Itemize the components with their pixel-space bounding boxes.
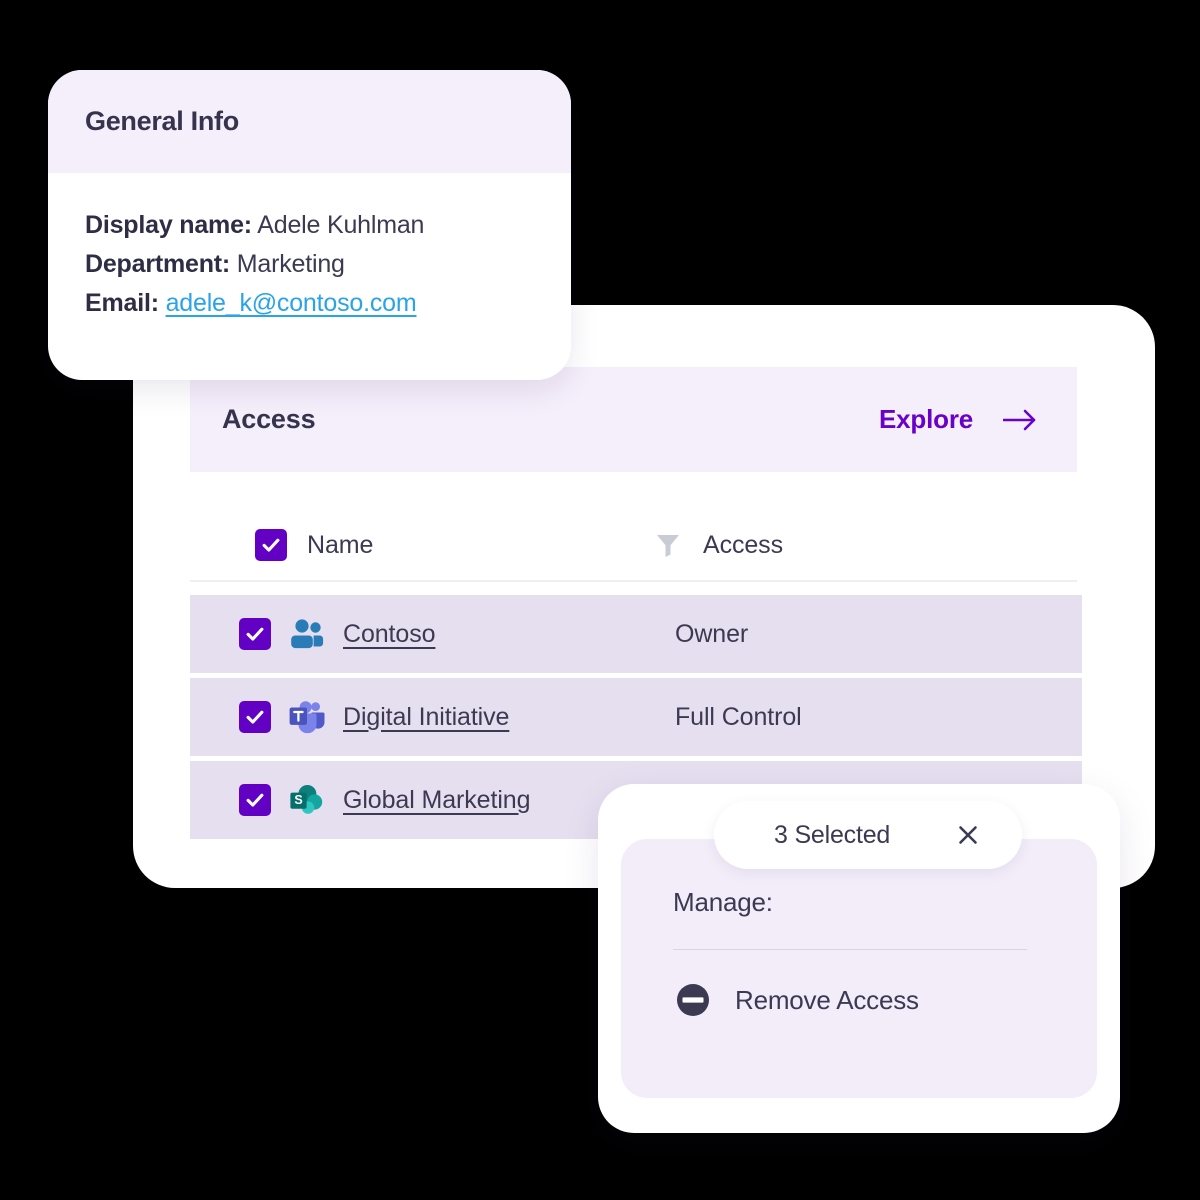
checkmark-icon	[246, 627, 264, 641]
table-row[interactable]: Contoso Owner	[190, 595, 1082, 673]
row-name-link[interactable]: Global Marketing	[343, 786, 530, 815]
column-header-access: Access	[655, 531, 783, 560]
sharepoint-icon: S	[288, 781, 326, 819]
checkmark-icon	[246, 710, 264, 724]
svg-text:S: S	[294, 793, 302, 807]
remove-access-label: Remove Access	[735, 984, 919, 1015]
row-name-cell: Contoso	[190, 615, 655, 653]
manage-divider	[673, 949, 1027, 950]
column-header-name-label: Name	[307, 530, 374, 559]
table-row[interactable]: Digital Initiative Full Control	[190, 678, 1082, 756]
row-checkbox[interactable]	[239, 618, 271, 650]
general-info-body: Display name: Adele Kuhlman Department: …	[48, 173, 571, 323]
field-department-label: Department:	[85, 250, 231, 278]
filter-icon[interactable]	[655, 532, 681, 558]
field-display-name-label: Display name:	[85, 211, 252, 239]
checkmark-icon	[246, 793, 264, 807]
field-email-label: Email:	[85, 289, 159, 317]
row-name-cell: Digital Initiative	[190, 698, 655, 736]
field-department: Department: Marketing	[85, 245, 571, 284]
row-access-value: Owner	[675, 619, 749, 648]
manage-panel: Manage: Remove Access	[621, 839, 1097, 1098]
remove-access-icon	[673, 980, 713, 1020]
column-header-access-label: Access	[703, 530, 783, 559]
selection-count-label: 3 Selected	[774, 820, 891, 849]
access-card-header: Access Explore	[190, 367, 1077, 472]
remove-access-button[interactable]: Remove Access	[673, 980, 1045, 1020]
field-email: Email: adele_k@contoso.com	[85, 284, 571, 323]
arrow-right-icon	[1003, 408, 1037, 432]
field-display-name-value: Adele Kuhlman	[257, 211, 425, 239]
select-all-checkbox[interactable]	[255, 529, 287, 561]
selection-pill: 3 Selected	[714, 801, 1022, 869]
explore-button[interactable]: Explore	[879, 404, 1045, 435]
row-checkbox[interactable]	[239, 701, 271, 733]
close-icon[interactable]	[956, 823, 980, 847]
access-panel-title: Access	[222, 404, 316, 434]
checkmark-icon	[262, 538, 280, 552]
column-header-name: Name	[190, 529, 655, 561]
row-checkbox[interactable]	[239, 784, 271, 816]
explore-label: Explore	[879, 404, 973, 434]
email-link[interactable]: adele_k@contoso.com	[166, 289, 417, 317]
general-info-title: General Info	[85, 106, 239, 136]
manage-label: Manage:	[673, 887, 773, 917]
row-name-cell: S Global Marketing	[190, 781, 655, 819]
people-group-icon	[288, 615, 326, 653]
screenshot-stage: Access Explore Name Access Contoso Owner…	[0, 0, 1200, 1200]
row-name-link[interactable]: Contoso	[343, 620, 436, 649]
row-access-value: Full Control	[675, 702, 802, 731]
field-display-name: Display name: Adele Kuhlman	[85, 206, 571, 245]
row-name-link[interactable]: Digital Initiative	[343, 703, 509, 732]
access-table-header: Name Access	[190, 510, 1077, 582]
general-info-header: General Info	[48, 70, 571, 173]
field-department-value: Marketing	[236, 250, 345, 278]
microsoft-teams-icon	[288, 698, 326, 736]
general-info-card: General Info Display name: Adele Kuhlman…	[48, 70, 571, 380]
